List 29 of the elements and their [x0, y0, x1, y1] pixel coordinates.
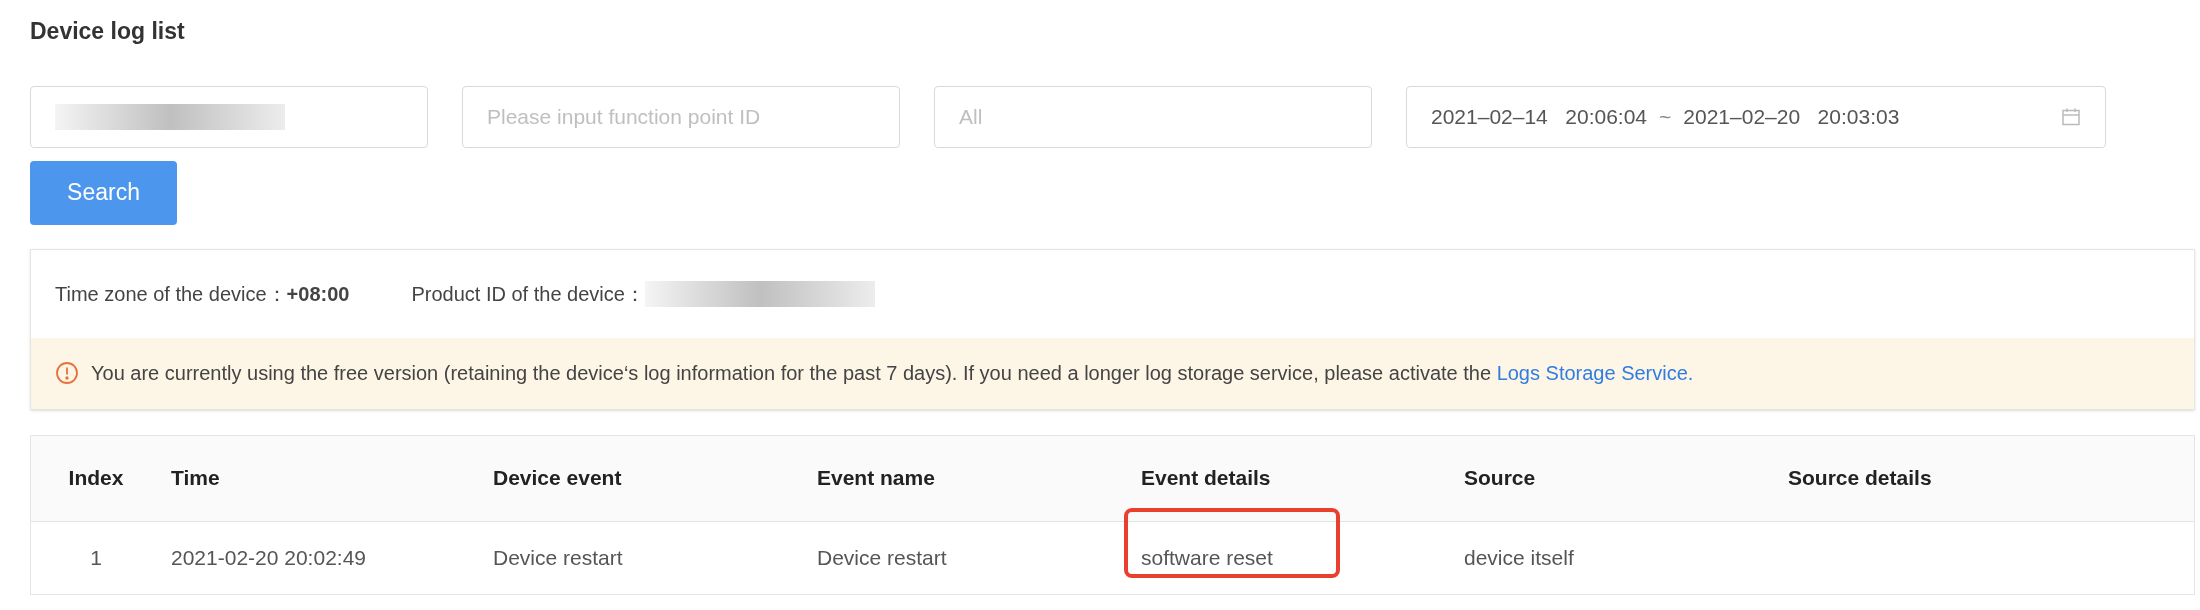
notice-text: You are currently using the free version (retaining the device‘s log information for the past 7 days). If you need a longer log storage service, please activate the Logs Storage Service. — [91, 361, 1694, 386]
logs-storage-service-link[interactable]: Logs Storage Service. — [1496, 362, 1694, 384]
date-range-field[interactable]: 2021–02–14 20:06:04 ~ 2021–02–20 20:03:03 — [1406, 85, 2106, 148]
column-header: Event name — [816, 465, 936, 492]
end-date: 2021–02–20 20:03:03 — [1683, 103, 1900, 130]
column-header: Device event — [492, 465, 623, 492]
calendar-icon — [2061, 106, 2081, 127]
select-field[interactable]: All — [934, 85, 1372, 148]
column-header: Index — [67, 465, 125, 492]
column-header: Time — [170, 465, 221, 492]
range-separator: ~ — [1659, 103, 1672, 130]
input-field[interactable]: Please input function point ID — [462, 85, 900, 148]
page-title: Device log list — [30, 17, 186, 46]
text-field[interactable] — [30, 85, 428, 148]
table-cell: Device restart — [493, 545, 623, 569]
info-label: Time zone of the device： — [55, 281, 287, 307]
search-button[interactable]: Search — [30, 160, 177, 225]
column-header: Source details — [1787, 465, 1933, 492]
table-cell: software reset — [1141, 545, 1273, 569]
table-cell: 2021-02-20 20:02:49 — [171, 545, 366, 569]
column-header: Source — [1463, 465, 1537, 492]
table-cell: 1 — [90, 545, 102, 569]
info-label: Product ID of the device： — [411, 281, 645, 307]
start-date: 2021–02–14 20:06:04 — [1431, 103, 1648, 130]
info-value: +08:00 — [286, 281, 350, 307]
table-cell: Device restart — [817, 545, 947, 569]
column-header: Event details — [1140, 465, 1272, 492]
warning-icon — [55, 361, 79, 385]
table-cell: device itself — [1464, 545, 1574, 569]
